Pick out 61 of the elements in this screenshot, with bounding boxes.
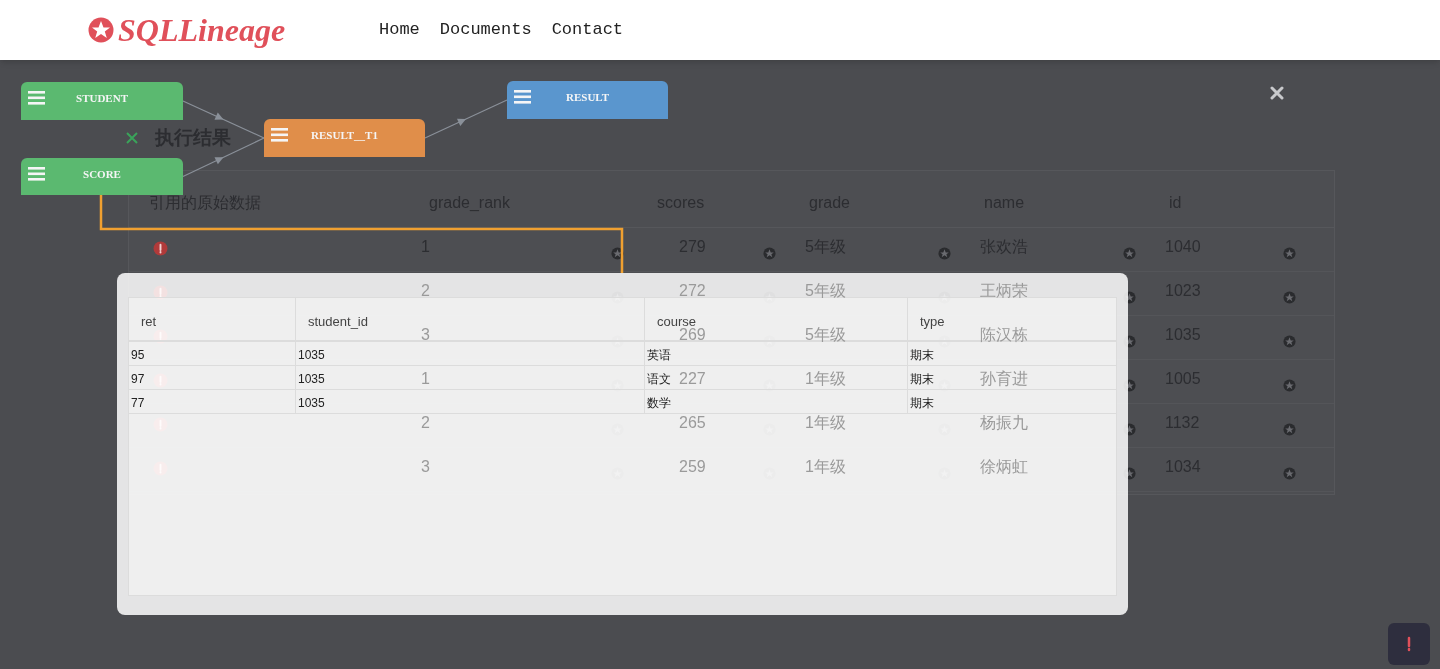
table-cell-text: 97 (130, 371, 146, 388)
table-cell-text: 95 (130, 347, 146, 364)
node-label: RESULT__T1 (310, 128, 379, 142)
nav-link[interactable]: Documents (439, 17, 532, 43)
star-icon[interactable] (1283, 335, 1296, 348)
star-icon[interactable] (1283, 247, 1296, 260)
close-icon[interactable] (125, 131, 139, 145)
table-cell: 期末 (907, 342, 1118, 365)
node-label: RESULT (565, 90, 610, 104)
table-cell-text: 1年级 (805, 369, 846, 389)
table-cell: 期末 (907, 390, 1118, 413)
star-logo-icon (88, 17, 114, 43)
star-icon[interactable] (1283, 423, 1296, 436)
table-cell-text: 5年级 (805, 281, 846, 301)
info-icon[interactable] (153, 241, 168, 256)
table-cell: 1035 (295, 342, 644, 365)
table-cell-text: 1 (421, 369, 430, 389)
table-cell-text: 王炳荣 (980, 281, 1028, 301)
table-cell-text: 孙育进 (980, 369, 1028, 389)
table-cell: 英语 (644, 342, 907, 365)
table-cell-text: 杨振九 (980, 413, 1028, 433)
table-cell-text: 徐炳虹 (980, 457, 1028, 477)
menu-icon[interactable] (271, 128, 288, 142)
star-icon[interactable] (1283, 379, 1296, 392)
nav-link[interactable]: Contact (551, 17, 624, 43)
logo-text: SQLLineage (118, 14, 286, 46)
table-node[interactable]: STUDENT (21, 82, 183, 120)
menu-icon[interactable] (28, 167, 45, 181)
star-icon[interactable] (938, 247, 951, 260)
table-cell-text: 272 (679, 281, 706, 301)
table-cell-text: 陈汉栋 (980, 325, 1028, 345)
star-icon[interactable] (763, 247, 776, 260)
node-label: STUDENT (75, 91, 129, 105)
table-cell-text: 77 (130, 395, 146, 412)
modal-close-button[interactable] (1269, 85, 1285, 101)
table-cell-text: 265 (679, 413, 706, 433)
table-cell-text: 1年级 (805, 413, 846, 433)
table-cell-text: 227 (679, 369, 706, 389)
table-node[interactable]: SCORE (21, 158, 183, 195)
star-icon[interactable] (1283, 291, 1296, 304)
table-node[interactable]: RESULT (507, 81, 668, 119)
table-cell-text: 1年级 (805, 457, 846, 477)
star-icon[interactable] (1283, 467, 1296, 480)
table-cell: 1035 (295, 390, 644, 413)
nav-link[interactable]: Home (379, 17, 420, 43)
table-cell-text: 2 (421, 413, 430, 433)
table-cell-text: 5年级 (805, 325, 846, 345)
table-cell-text: 3 (421, 457, 430, 477)
star-icon[interactable] (611, 247, 624, 260)
column-header: ret (140, 313, 158, 331)
table-cell-text: 259 (679, 457, 706, 477)
table-cell-text: 269 (679, 326, 706, 345)
table-node[interactable]: RESULT__T1 (264, 119, 425, 157)
table-cell-text: 3 (421, 325, 430, 345)
feedback-button[interactable] (1388, 623, 1430, 665)
node-label: SCORE (82, 167, 122, 181)
table-cell-text: 2 (421, 281, 430, 301)
menu-icon[interactable] (28, 91, 45, 105)
table-cell: 数学 (644, 390, 907, 413)
menu-icon[interactable] (514, 90, 531, 104)
star-icon[interactable] (1123, 247, 1136, 260)
